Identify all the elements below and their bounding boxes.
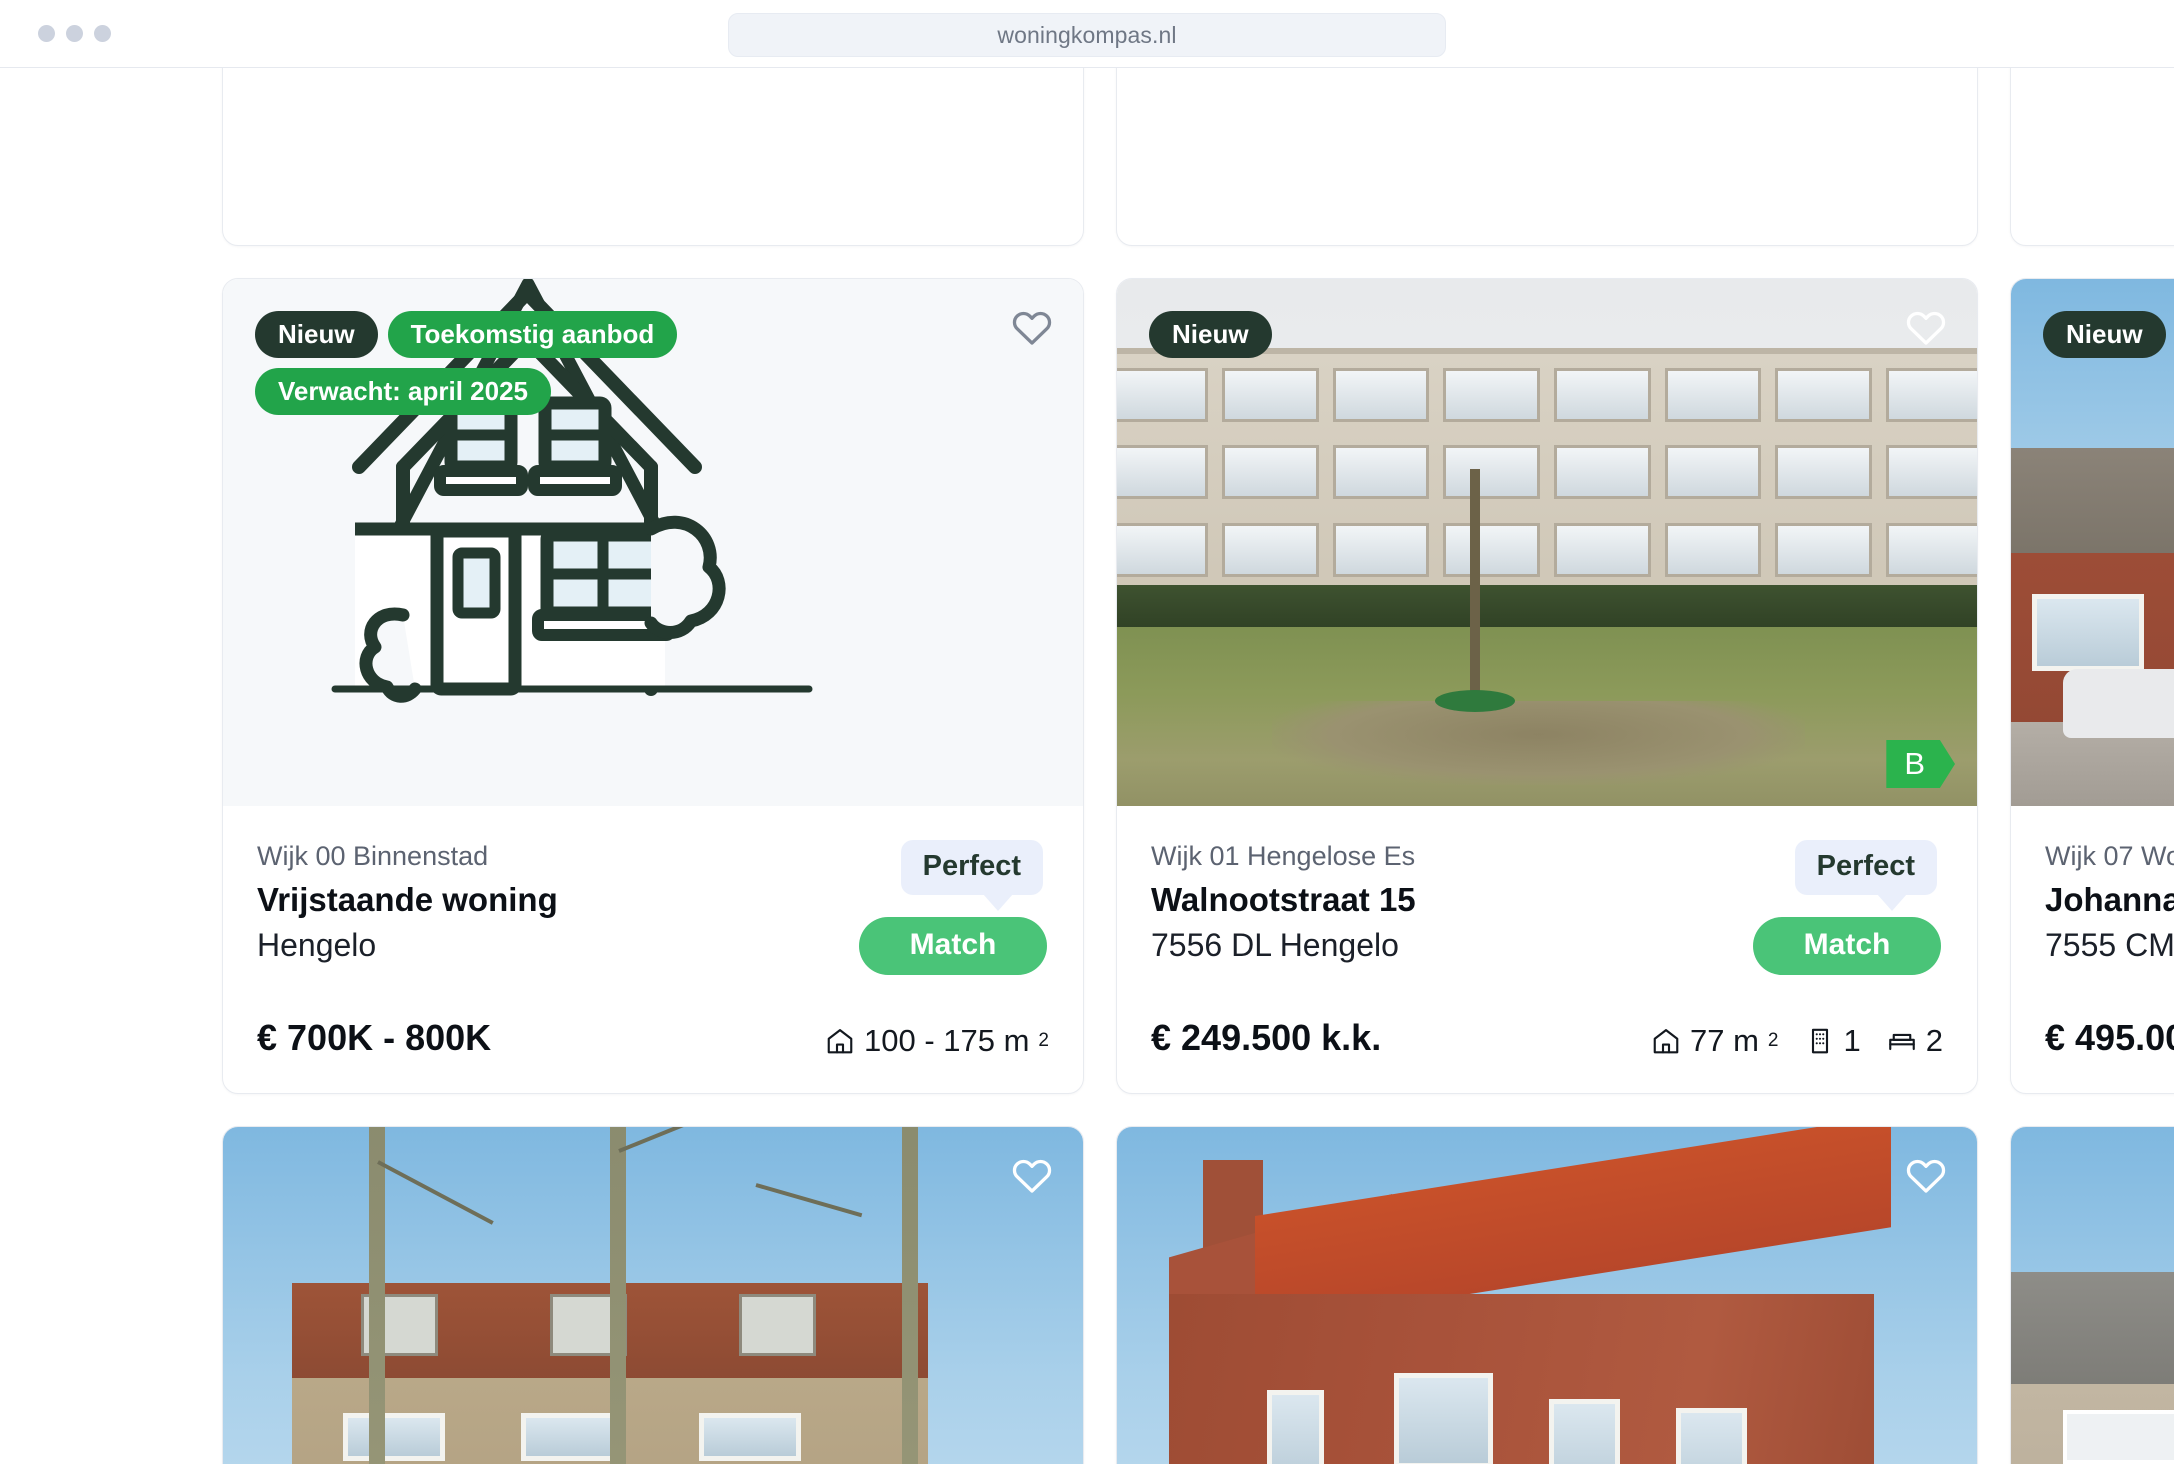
listing-media[interactable]: Nieuw B	[1117, 279, 1977, 806]
favorite-button[interactable]	[1009, 305, 1055, 351]
listing-card-body: Wijk 07 Woolde Johannawe 7555 CM He € 49…	[2011, 806, 2174, 1093]
listing-card-footer: € 475.000 k	[2011, 68, 2174, 245]
listing-card[interactable]: Nieuw B Wijk 01 Hengelose Es Walnootstra…	[1116, 278, 1978, 1094]
listing-title: Walnootstraat 15	[1151, 880, 1416, 918]
listing-stats: € 700K - 800K 100 - 175 m 2	[257, 975, 1049, 1059]
spec-living-area: 100 - 175 m 2	[825, 1023, 1049, 1059]
listing-card-footer: € 235.000 k.k. 76 m2 118 m2	[223, 68, 1083, 245]
listing-address-block: Wijk 01 Hengelose Es Walnootstraat 15 75…	[1151, 836, 1416, 969]
house-icon	[827, 1029, 853, 1054]
listing-card[interactable]: € 400K - 450K 100 - 175 m2 1	[1116, 68, 1978, 246]
address-bar[interactable]: woningkompas.nl	[728, 13, 1446, 57]
house-icon	[1653, 1029, 1679, 1054]
favorite-button[interactable]	[1903, 305, 1949, 351]
listing-card-footer: € 400K - 450K 100 - 175 m2 1	[1117, 68, 1977, 245]
listing-card[interactable]: Nieuw Wijk 07 Woolde Johannawe 7555 CM H…	[2010, 278, 2174, 1094]
listing-badges: Nieuw	[1149, 311, 1272, 359]
match-indicator: Perfect Match	[859, 836, 1049, 975]
spec-unit-exponent: 2	[1038, 1030, 1049, 1051]
spec-unit-exponent: 2	[1767, 1030, 1779, 1051]
listing-district: Wijk 00 Binnenstad	[257, 841, 489, 871]
listing-card-body: Wijk 00 Binnenstad Vrijstaande woning He…	[223, 806, 1083, 1093]
spec-bedrooms: 2	[1887, 1023, 1943, 1059]
listing-address-block: Wijk 00 Binnenstad Vrijstaande woning He…	[257, 836, 558, 969]
match-pill: Match	[1753, 917, 1941, 975]
favorite-button[interactable]	[1009, 1153, 1055, 1199]
match-pill: Match	[859, 917, 1047, 975]
listing-media[interactable]: Nieuw	[2011, 279, 2174, 806]
listing-price: € 495.000	[2045, 1017, 2174, 1058]
address-bar-url: woningkompas.nl	[997, 21, 1177, 48]
heart-icon	[1906, 1159, 1946, 1193]
window-traffic-lights	[38, 25, 111, 42]
spec-living-area: 77 m 2	[1651, 1023, 1779, 1059]
favorite-button[interactable]	[1903, 1153, 1949, 1199]
listing-subtitle: 7556 DL Hengelo	[1151, 927, 1399, 964]
listing-card[interactable]	[2010, 1126, 2174, 1464]
spec-value: 1	[1843, 1023, 1861, 1058]
listing-photo-terraced	[2011, 1127, 2174, 1464]
listing-price: € 249.500 k.k.	[1151, 1017, 1382, 1058]
badge-new: Nieuw	[2043, 311, 2166, 359]
close-window-button[interactable]	[38, 25, 55, 42]
badge-new: Nieuw	[255, 311, 378, 359]
match-tooltip: Perfect	[1794, 840, 1937, 911]
listing-subtitle: 7555 CM He	[2045, 927, 2174, 964]
match-tooltip: Perfect	[900, 840, 1043, 911]
listing-media[interactable]	[223, 1127, 1083, 1464]
zoom-window-button[interactable]	[94, 25, 111, 42]
badge-future-offer: Toekomstig aanbod	[387, 311, 678, 359]
listing-card[interactable]: Nieuw Toekomstig aanbod Verwacht: april …	[222, 278, 1084, 1094]
listing-results-page: € 235.000 k.k. 76 m2 118 m2	[0, 68, 2174, 1464]
listing-media[interactable]	[2011, 1127, 2174, 1464]
heart-icon	[1012, 1159, 1052, 1193]
listing-badges: Nieuw Toekomstig aanbod Verwacht: april …	[255, 311, 815, 416]
bed-icon	[1888, 1033, 1915, 1051]
listing-card[interactable]	[222, 1126, 1084, 1464]
listing-price: € 700K - 800K	[257, 1017, 492, 1058]
listing-stats: € 495.000	[2045, 975, 2174, 1059]
listing-grid: € 235.000 k.k. 76 m2 118 m2	[222, 68, 2174, 1464]
listing-subtitle: Hengelo	[257, 927, 377, 964]
listing-card-body: Wijk 01 Hengelose Es Walnootstraat 15 75…	[1117, 806, 1977, 1093]
minimize-window-button[interactable]	[66, 25, 83, 42]
listing-photo-villa	[223, 1127, 1083, 1464]
listing-media[interactable]	[1117, 1127, 1977, 1464]
listing-badges: Nieuw	[2043, 311, 2166, 359]
heart-icon	[1012, 311, 1052, 345]
listing-photo-brick-house	[1117, 1127, 1977, 1464]
listing-title: Johannawe	[2045, 880, 2174, 918]
spec-value: 100 - 175 m	[863, 1023, 1030, 1058]
listing-stats: € 249.500 k.k. 77 m 2 1 2	[1151, 975, 1943, 1059]
listing-title: Vrijstaande woning	[257, 880, 558, 918]
heart-icon	[1906, 311, 1946, 345]
listing-card[interactable]: € 235.000 k.k. 76 m2 118 m2	[222, 68, 1084, 246]
spec-floor: 1	[1805, 1023, 1861, 1059]
listing-media[interactable]: Nieuw Toekomstig aanbod Verwacht: april …	[223, 279, 1083, 806]
match-indicator: Perfect Match	[1753, 836, 1943, 975]
badge-new: Nieuw	[1149, 311, 1272, 359]
spec-value: 2	[1925, 1023, 1943, 1058]
spec-value: 77 m	[1690, 1023, 1759, 1058]
listing-card[interactable]	[1116, 1126, 1978, 1464]
badge-expected-date: Verwacht: april 2025	[255, 368, 552, 416]
listing-district: Wijk 01 Hengelose Es	[1151, 841, 1416, 871]
listing-specs: 77 m 2 1 2	[1651, 1023, 1943, 1059]
browser-chrome: woningkompas.nl	[0, 0, 2174, 68]
listing-address-block: Wijk 07 Woolde Johannawe 7555 CM He	[2045, 836, 2174, 969]
listing-district: Wijk 07 Woolde	[2045, 841, 2174, 871]
floor-icon	[1811, 1028, 1828, 1054]
listing-specs: 100 - 175 m 2	[825, 1023, 1049, 1059]
listing-card[interactable]: € 475.000 k	[2010, 68, 2174, 246]
